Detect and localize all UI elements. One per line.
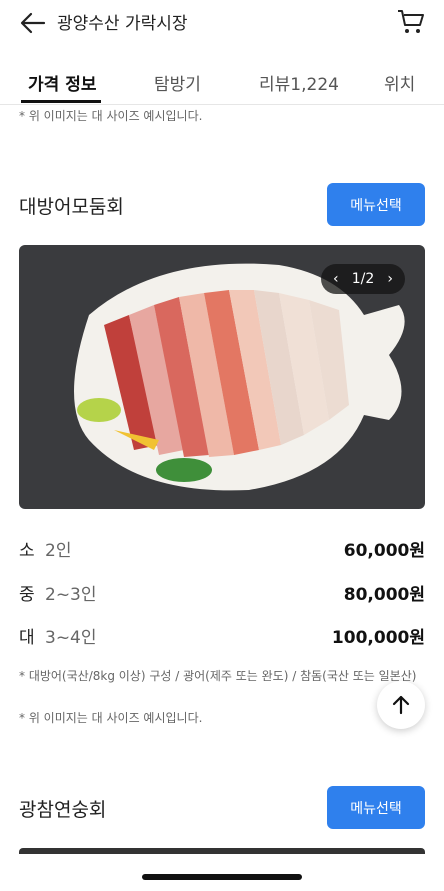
option-size: 중	[19, 585, 35, 605]
tab-reviews[interactable]: 리뷰1,224	[259, 70, 339, 95]
option-size: 대	[19, 628, 35, 648]
composition-note: * 대방어(국산/8kg 이상) 구성 / 광어(제주 또는 완도) / 참돔(…	[19, 669, 417, 683]
tab-bar: 가격 정보 탐방기 리뷰1,224 위치	[0, 62, 444, 105]
option-price: 60,000원	[343, 541, 425, 561]
active-tab-indicator	[21, 100, 101, 103]
option-people: 2~3인	[45, 585, 97, 605]
menu-photo[interactable]: ‹ 1/2 ›	[19, 245, 425, 509]
home-indicator	[142, 874, 302, 880]
pager-count: 1/2	[351, 271, 375, 287]
option-row-large: 대 3~4인 100,000원	[19, 623, 425, 653]
menu-title: 광참연숭회	[19, 799, 107, 821]
option-row-small: 소 2인 60,000원	[19, 536, 425, 566]
option-row-medium: 중 2~3인 80,000원	[19, 580, 425, 610]
image-pager[interactable]: ‹ 1/2 ›	[321, 264, 405, 294]
option-people: 2인	[45, 541, 72, 561]
arrow-up-icon	[392, 695, 410, 715]
image-size-note: * 위 이미지는 대 사이즈 예시입니다.	[19, 109, 203, 123]
tab-price-info[interactable]: 가격 정보	[28, 70, 96, 95]
cart-icon[interactable]	[396, 6, 426, 36]
menu-title: 대방어모둠회	[19, 196, 124, 218]
tab-location[interactable]: 위치	[384, 70, 415, 95]
app-header: 광양수산 가락시장	[0, 0, 444, 46]
chevron-left-icon[interactable]: ‹	[333, 271, 339, 287]
tab-visit-review[interactable]: 탐방기	[154, 70, 201, 95]
scroll-top-button[interactable]	[377, 681, 425, 729]
image-size-note: * 위 이미지는 대 사이즈 예시입니다.	[19, 711, 203, 725]
option-size: 소	[19, 541, 35, 561]
menu-photo[interactable]	[19, 848, 425, 854]
option-price: 80,000원	[343, 585, 425, 605]
option-people: 3~4인	[45, 628, 97, 648]
select-menu-button[interactable]: 메뉴선택	[327, 183, 425, 226]
arrow-left-icon[interactable]	[18, 8, 48, 38]
option-price: 100,000원	[331, 628, 425, 648]
page-title: 광양수산 가락시장	[57, 14, 188, 34]
chevron-right-icon[interactable]: ›	[387, 271, 393, 287]
select-menu-button[interactable]: 메뉴선택	[327, 786, 425, 829]
